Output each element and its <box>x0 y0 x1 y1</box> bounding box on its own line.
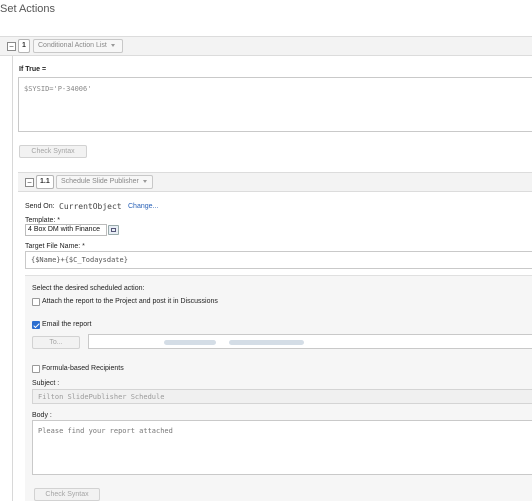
subject-input[interactable]: Filton SlidePublisher Schedule <box>32 389 532 404</box>
block-index-badge: 1.1 <box>36 175 54 189</box>
body-value: Please find your report attached <box>38 427 173 435</box>
formula-recipients-label: Formula-based Recipients <box>42 365 124 372</box>
subject-label: Subject : <box>32 380 60 387</box>
body-textarea[interactable]: Please find your report attached <box>32 420 532 475</box>
chevron-down-icon <box>110 43 115 47</box>
template-picker-icon[interactable] <box>108 225 119 235</box>
collapse-icon[interactable]: − <box>25 178 34 187</box>
scheduled-action-heading: Select the desired scheduled action: <box>32 285 145 292</box>
formula-recipients-checkbox[interactable] <box>32 365 40 373</box>
action-type-dropdown[interactable]: Conditional Action List <box>33 39 123 53</box>
to-recipients-button[interactable]: To... <box>32 336 80 349</box>
recipient-chip <box>229 340 304 345</box>
if-true-label: If True = <box>19 66 47 73</box>
chevron-down-icon <box>142 179 147 183</box>
block-1-guide-line <box>12 56 13 501</box>
check-syntax-button-2[interactable]: Check Syntax <box>34 488 100 501</box>
scheduled-action-panel: Select the desired scheduled action: Att… <box>25 275 532 501</box>
check-syntax-button[interactable]: Check Syntax <box>19 145 87 158</box>
attach-report-label: Attach the report to the Project and pos… <box>42 298 218 305</box>
send-on-value: CurrentObject <box>59 202 122 211</box>
if-true-expression-input[interactable]: $SYSID='P-34006' <box>18 77 532 132</box>
action-block-1-header: − 1 Conditional Action List <box>0 36 532 56</box>
template-field[interactable]: 4 Box DM with Finance <box>25 224 107 236</box>
template-label: Template: * <box>25 217 61 224</box>
template-value: 4 Box DM with Finance <box>28 226 100 233</box>
action-type-label: Conditional Action List <box>38 42 107 49</box>
recipients-field[interactable] <box>88 334 532 349</box>
action-block-1-1-header: − 1.1 Schedule Slide Publisher <box>18 172 532 192</box>
subject-value: Filton SlidePublisher Schedule <box>38 393 165 401</box>
recipient-chip <box>164 340 216 345</box>
if-true-expression-text: $SYSID='P-34006' <box>24 85 92 93</box>
attach-report-checkbox[interactable] <box>32 298 40 306</box>
action-type-label: Schedule Slide Publisher <box>61 178 139 185</box>
block-index-badge: 1 <box>18 39 30 53</box>
target-file-value: {$Name}+{$C_Todaysdate} <box>31 256 128 264</box>
body-label: Body : <box>32 412 52 419</box>
email-report-checkbox[interactable] <box>32 321 40 329</box>
collapse-icon[interactable]: − <box>7 42 16 51</box>
change-send-on-link[interactable]: Change... <box>128 203 158 210</box>
page-title: Set Actions <box>0 3 56 15</box>
target-file-label: Target File Name: * <box>25 243 85 250</box>
email-report-label: Email the report <box>42 321 92 328</box>
target-file-input[interactable]: {$Name}+{$C_Todaysdate} <box>25 251 532 269</box>
send-on-label: Send On: <box>25 203 55 210</box>
action-type-dropdown[interactable]: Schedule Slide Publisher <box>56 175 153 189</box>
